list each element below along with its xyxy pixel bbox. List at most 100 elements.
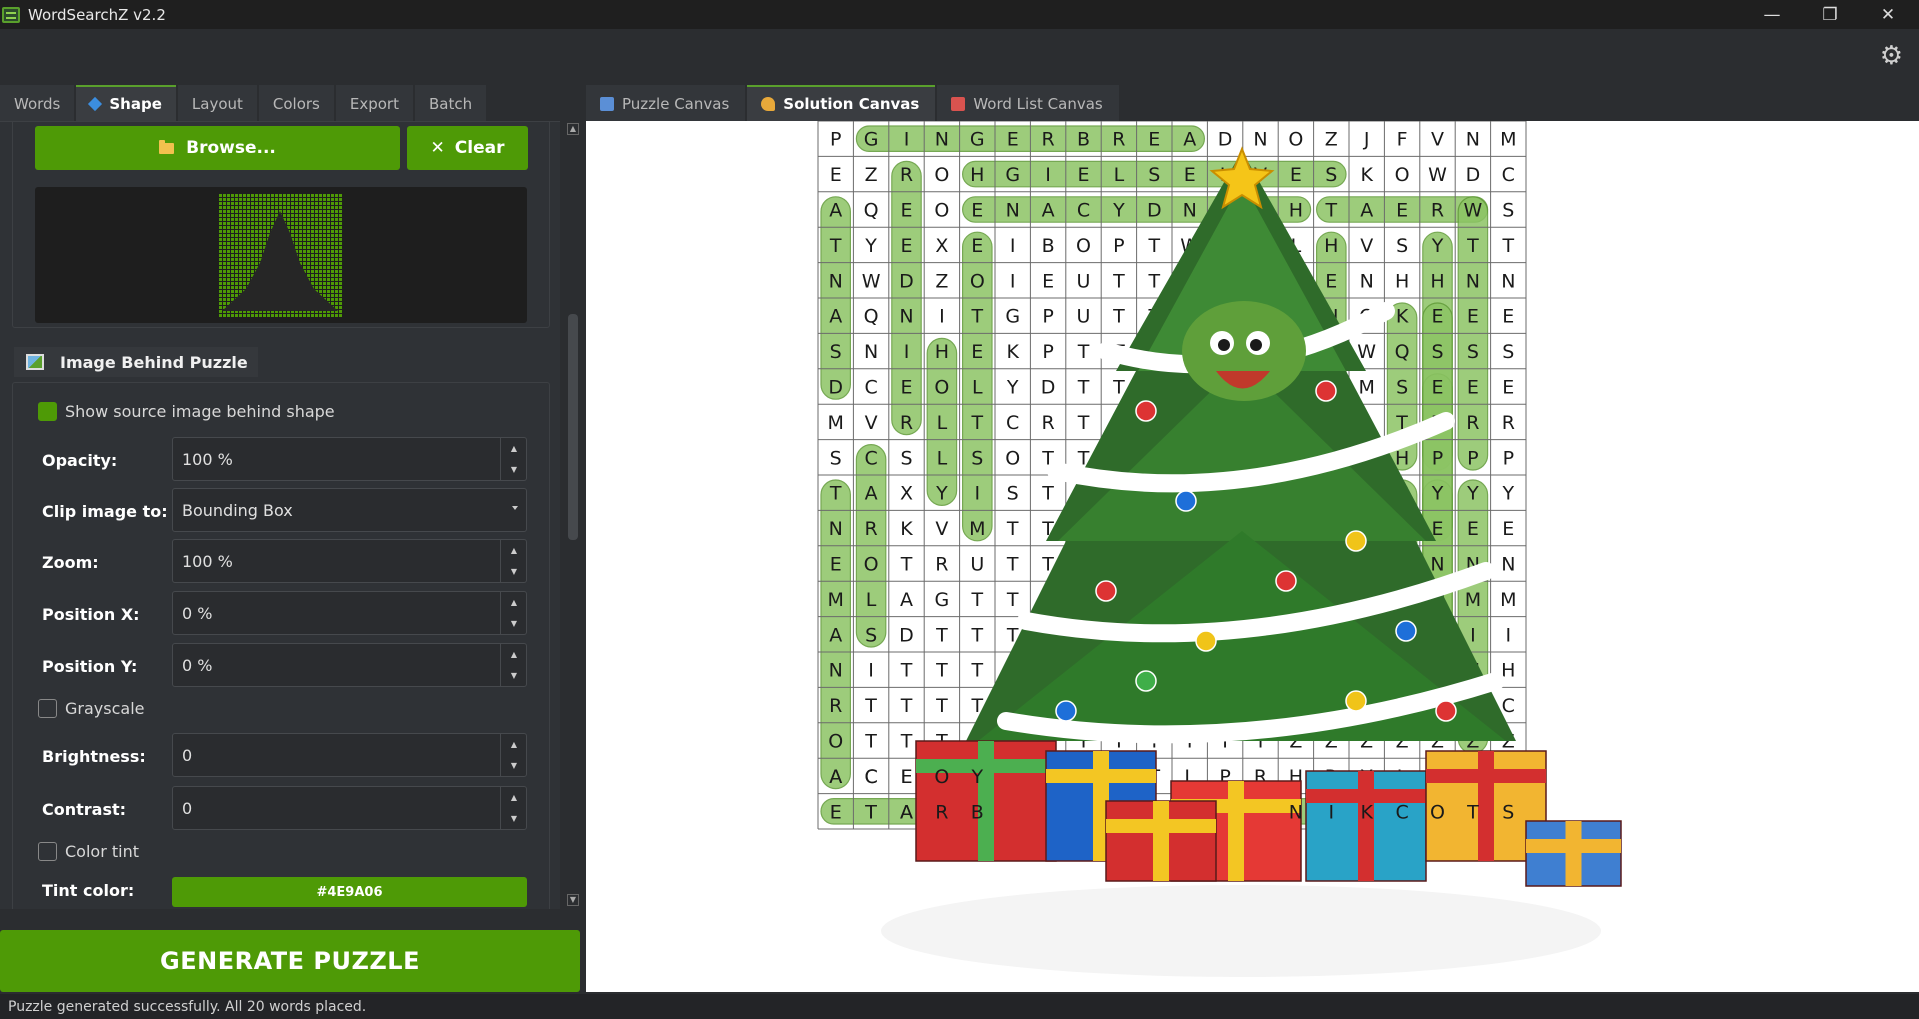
spin-up-icon[interactable]: ▲ (501, 438, 527, 459)
grid-letter: R (1502, 412, 1515, 434)
grayscale-checkbox[interactable]: Grayscale (38, 699, 144, 718)
grid-letter: S (1431, 341, 1443, 363)
grid-letter: M (1358, 377, 1374, 399)
grid-letter: T (935, 660, 948, 682)
grid-letter: G (1005, 164, 1020, 186)
shape-settings-scroll[interactable]: Browse... ✕ Clear Image Behind Puzzle Sho… (0, 121, 560, 909)
grid-letter: E (830, 801, 842, 823)
grid-letter: S (1502, 341, 1514, 363)
checkbox-unchecked[interactable] (38, 699, 57, 718)
checkbox-checked[interactable] (38, 402, 57, 421)
tab-solution-canvas[interactable]: Solution Canvas (747, 85, 936, 121)
spin-up-icon[interactable]: ▲ (501, 540, 527, 561)
spin-up-icon[interactable]: ▲ (501, 734, 527, 755)
color-tint-checkbox[interactable]: Color tint (38, 842, 139, 861)
grid-letter: L (972, 377, 983, 399)
grayscale-label: Grayscale (65, 699, 145, 718)
grid-letter: S (1007, 483, 1019, 505)
generate-puzzle-button[interactable]: GENERATE PUZZLE (0, 930, 580, 992)
position-x-label: Position X: (42, 605, 140, 624)
grid-letter: A (829, 624, 842, 646)
contrast-spinbox[interactable]: 0 ▲ ▼ (172, 786, 527, 830)
tab-export[interactable]: Export (335, 85, 413, 121)
clear-button[interactable]: ✕ Clear (407, 126, 528, 170)
zoom-spinbox[interactable]: 100 % ▲ ▼ (172, 539, 527, 583)
show-source-checkbox[interactable]: Show source image behind shape (38, 402, 335, 421)
grid-letter: P (830, 129, 841, 151)
tab-words[interactable]: Words (0, 85, 75, 121)
scroll-up-icon[interactable]: ▲ (567, 123, 579, 135)
grid-letter: V (1360, 235, 1373, 257)
ornament (1055, 700, 1077, 722)
spin-down-icon[interactable]: ▼ (501, 755, 527, 776)
tab-puzzle-canvas[interactable]: Puzzle Canvas (586, 85, 746, 121)
grid-letter: E (1396, 200, 1408, 222)
grid-letter: C (1395, 801, 1408, 823)
maximize-button[interactable]: ❐ (1801, 0, 1859, 29)
clip-select[interactable]: Bounding Box (172, 488, 527, 532)
gear-icon[interactable]: ⚙ (1880, 41, 1903, 71)
grid-letter: T (970, 589, 983, 611)
tab-layout[interactable]: Layout (177, 85, 257, 121)
grid-letter: P (1042, 341, 1053, 363)
grid-letter: T (1147, 235, 1160, 257)
grid-letter: S (1502, 801, 1514, 823)
panel-scrollbar[interactable]: ▲ ▼ (560, 121, 584, 909)
image-behind-title: Image Behind Puzzle (14, 347, 258, 377)
grid-letter: S (971, 447, 983, 469)
grid-letter: N (829, 518, 843, 540)
checkbox-unchecked[interactable] (38, 842, 57, 861)
minimize-button[interactable]: — (1743, 0, 1801, 29)
grid-letter: M (1465, 589, 1481, 611)
tab-word-list-canvas[interactable]: Word List Canvas (937, 85, 1119, 121)
grid-letter: H (1430, 270, 1444, 292)
show-source-label: Show source image behind shape (65, 402, 335, 421)
grid-letter: B (971, 801, 984, 823)
opacity-spinbox[interactable]: 100 % ▲ ▼ (172, 437, 527, 481)
grid-letter: S (1467, 341, 1479, 363)
grid-letter: E (1502, 377, 1514, 399)
spin-up-icon[interactable]: ▲ (501, 787, 527, 808)
toolbar: ⚙ (0, 29, 1919, 81)
grid-letter: E (830, 554, 842, 576)
grid-letter: W (862, 270, 881, 292)
scroll-down-icon[interactable]: ▼ (567, 894, 579, 906)
grid-letter: E (900, 235, 912, 257)
spin-down-icon[interactable]: ▼ (501, 665, 527, 686)
grid-letter: I (904, 129, 910, 151)
grid-letter: Z (1325, 129, 1338, 151)
grid-letter: N (829, 270, 843, 292)
spin-down-icon[interactable]: ▼ (501, 459, 527, 480)
settings-panel: Words Shape Layout Colors Export Batch B… (0, 81, 584, 992)
brightness-spinbox[interactable]: 0 ▲ ▼ (172, 733, 527, 777)
solution-canvas[interactable]: PGINGERBREADNOZJFVNMEZROHGIELSELVESKOWDC… (586, 121, 1919, 992)
browse-button[interactable]: Browse... (35, 126, 400, 170)
position-x-spinbox[interactable]: 0 % ▲ ▼ (172, 591, 527, 635)
tint-color-swatch[interactable]: #4E9A06 (172, 877, 527, 907)
scrollbar-thumb[interactable] (568, 314, 578, 540)
grid-letter: E (1502, 518, 1514, 540)
spin-down-icon[interactable]: ▼ (501, 808, 527, 829)
grid-letter: N (1253, 129, 1267, 151)
tab-colors[interactable]: Colors (258, 85, 334, 121)
app-icon (2, 6, 20, 23)
tab-shape[interactable]: Shape (76, 85, 176, 121)
ornament (1135, 400, 1157, 422)
tab-batch[interactable]: Batch (414, 85, 487, 121)
grid-letter: A (1042, 200, 1055, 222)
grid-letter: E (900, 766, 912, 788)
color-tint-label: Color tint (65, 842, 139, 861)
grid-letter: O (1395, 164, 1410, 186)
ornament (1345, 530, 1367, 552)
position-y-spinbox[interactable]: 0 % ▲ ▼ (172, 643, 527, 687)
spin-down-icon[interactable]: ▼ (501, 613, 527, 634)
grid-letter: N (1430, 554, 1444, 576)
gift-ribbon (1106, 819, 1216, 833)
spin-up-icon[interactable]: ▲ (501, 644, 527, 665)
zoom-value: 100 % (182, 551, 233, 571)
grid-letter: I (1010, 270, 1016, 292)
spin-up-icon[interactable]: ▲ (501, 592, 527, 613)
title-bar: WordSearchZ v2.2 — ❐ ✕ (0, 0, 1919, 29)
close-button[interactable]: ✕ (1859, 0, 1917, 29)
spin-down-icon[interactable]: ▼ (501, 561, 527, 582)
